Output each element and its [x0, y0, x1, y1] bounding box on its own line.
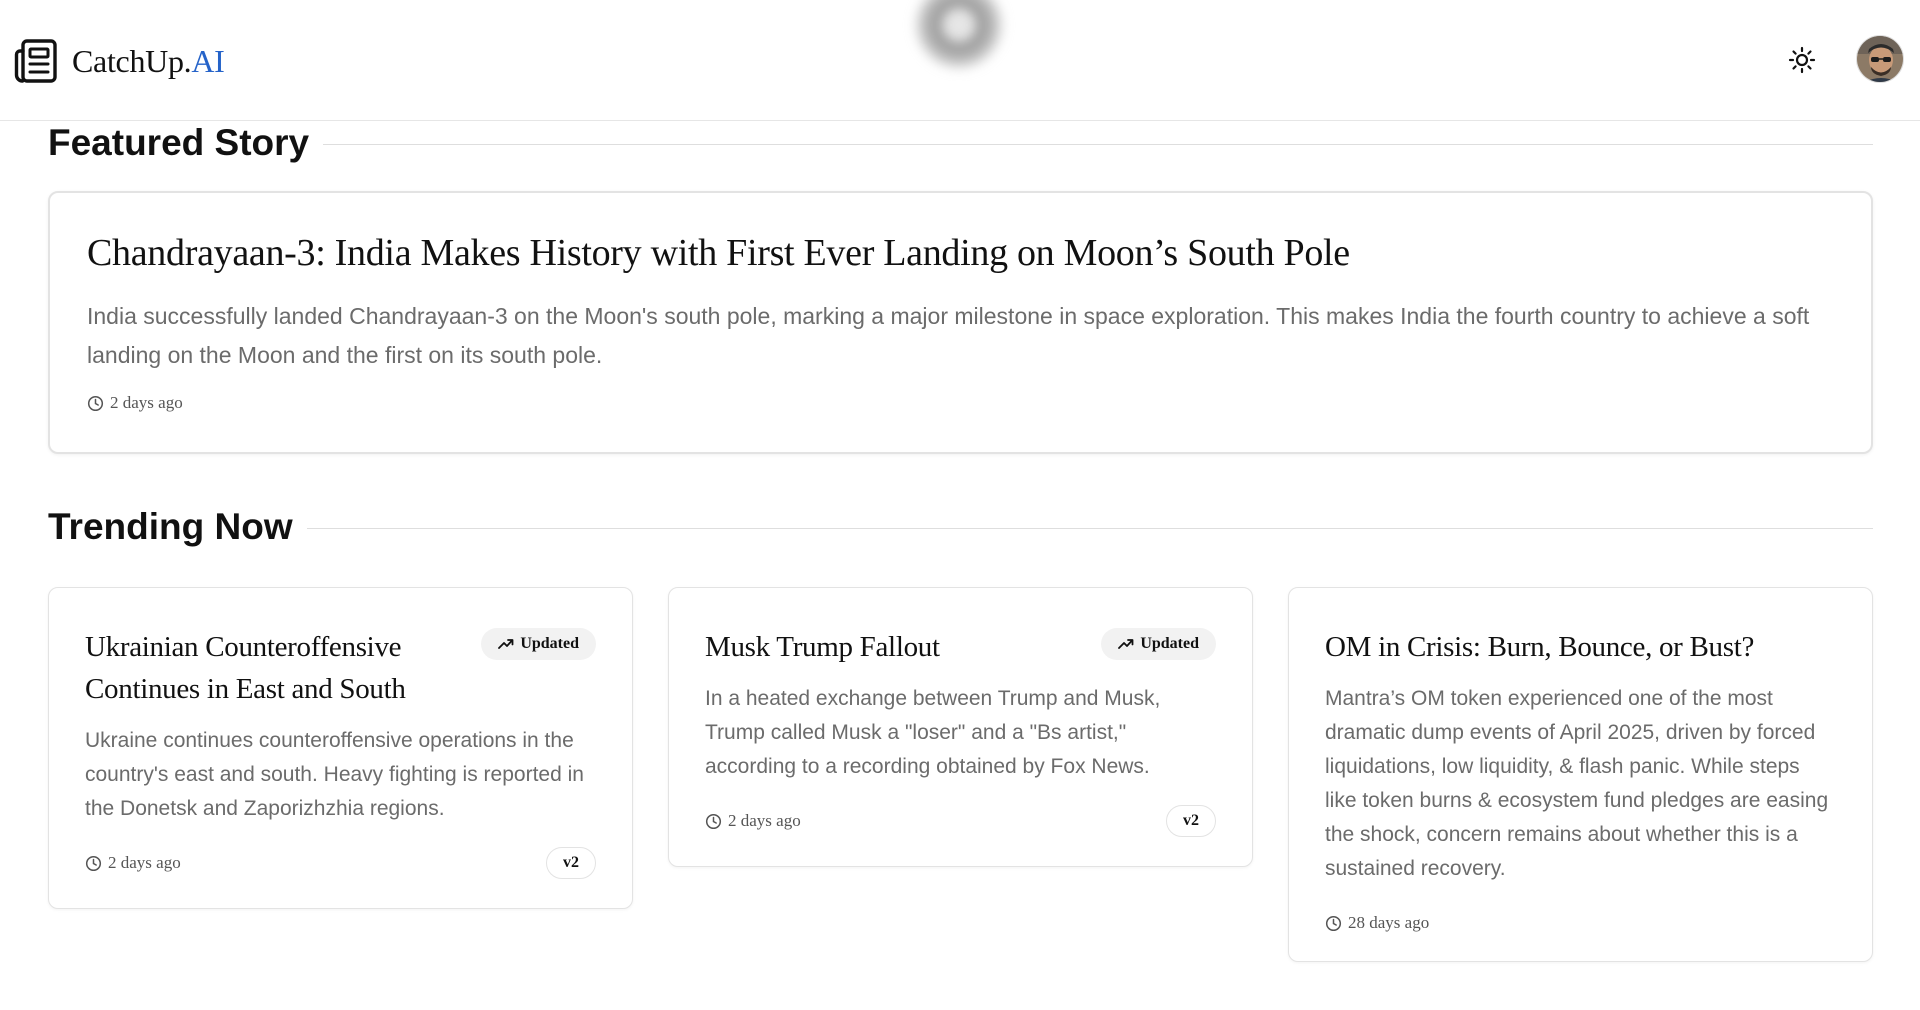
clock-icon — [85, 855, 102, 871]
featured-summary: India successfully landed Chandrayaan-3 … — [87, 303, 1810, 368]
card-meta: 2 days ago — [705, 811, 801, 831]
featured-meta: 2 days ago — [87, 393, 1835, 413]
timestamp: 28 days ago — [1348, 913, 1430, 932]
version-badge[interactable]: v2 — [546, 847, 596, 879]
featured-title: Chandrayaan-3: India Makes History with … — [87, 232, 1350, 274]
theme-toggle-button[interactable] — [1786, 44, 1818, 76]
card-title: OM in Crisis: Burn, Bounce, or Bust? — [1325, 631, 1755, 663]
section-divider — [323, 143, 1873, 145]
top-header: CatchUp.AI — [0, 0, 1920, 121]
brand-logo-link[interactable]: CatchUp.AI — [14, 36, 225, 86]
card-summary: In a heated exchange between Trump and M… — [705, 687, 1161, 778]
card-title: Ukrainian Counteroffensive Continues in … — [85, 631, 406, 705]
updated-badge: Updated — [1101, 628, 1216, 660]
trending-up-icon — [498, 639, 514, 649]
clock-icon — [1325, 915, 1342, 931]
newspaper-icon — [14, 39, 57, 83]
card-meta: 2 days ago — [85, 853, 181, 873]
clock-icon — [705, 813, 722, 829]
trending-card[interactable]: OM in Crisis: Burn, Bounce, or Bust? Man… — [1288, 587, 1873, 962]
trending-section-header: Trending Now — [48, 502, 1873, 552]
timestamp: 2 days ago — [108, 853, 181, 872]
sun-icon — [1788, 46, 1816, 74]
updated-badge: Updated — [481, 628, 596, 660]
loading-spinner-icon — [912, 0, 1006, 72]
clock-icon — [87, 395, 104, 411]
brand-name: CatchUp.AI — [72, 42, 225, 79]
card-summary: Mantra’s OM token experienced one of the… — [1325, 687, 1829, 880]
timestamp: 2 days ago — [110, 393, 183, 412]
card-title: Musk Trump Fallout — [705, 631, 940, 663]
user-avatar[interactable] — [1856, 35, 1904, 83]
section-divider — [306, 527, 1873, 529]
featured-heading: Featured Story — [48, 122, 310, 163]
card-summary: Ukraine continues counteroffensive opera… — [85, 729, 584, 820]
avatar-image — [1857, 36, 1903, 82]
featured-story-card[interactable]: Chandrayaan-3: India Makes History with … — [48, 191, 1873, 454]
timestamp: 2 days ago — [728, 811, 801, 830]
trending-heading: Trending Now — [48, 506, 293, 547]
trending-card[interactable]: Musk Trump Fallout Updated In a heated e… — [668, 587, 1253, 867]
trending-card[interactable]: Ukrainian Counteroffensive Continues in … — [48, 587, 633, 909]
card-meta: 28 days ago — [1325, 913, 1429, 933]
trending-up-icon — [1118, 639, 1134, 649]
featured-section-header: Featured Story — [48, 118, 1873, 168]
version-badge[interactable]: v2 — [1166, 805, 1216, 837]
